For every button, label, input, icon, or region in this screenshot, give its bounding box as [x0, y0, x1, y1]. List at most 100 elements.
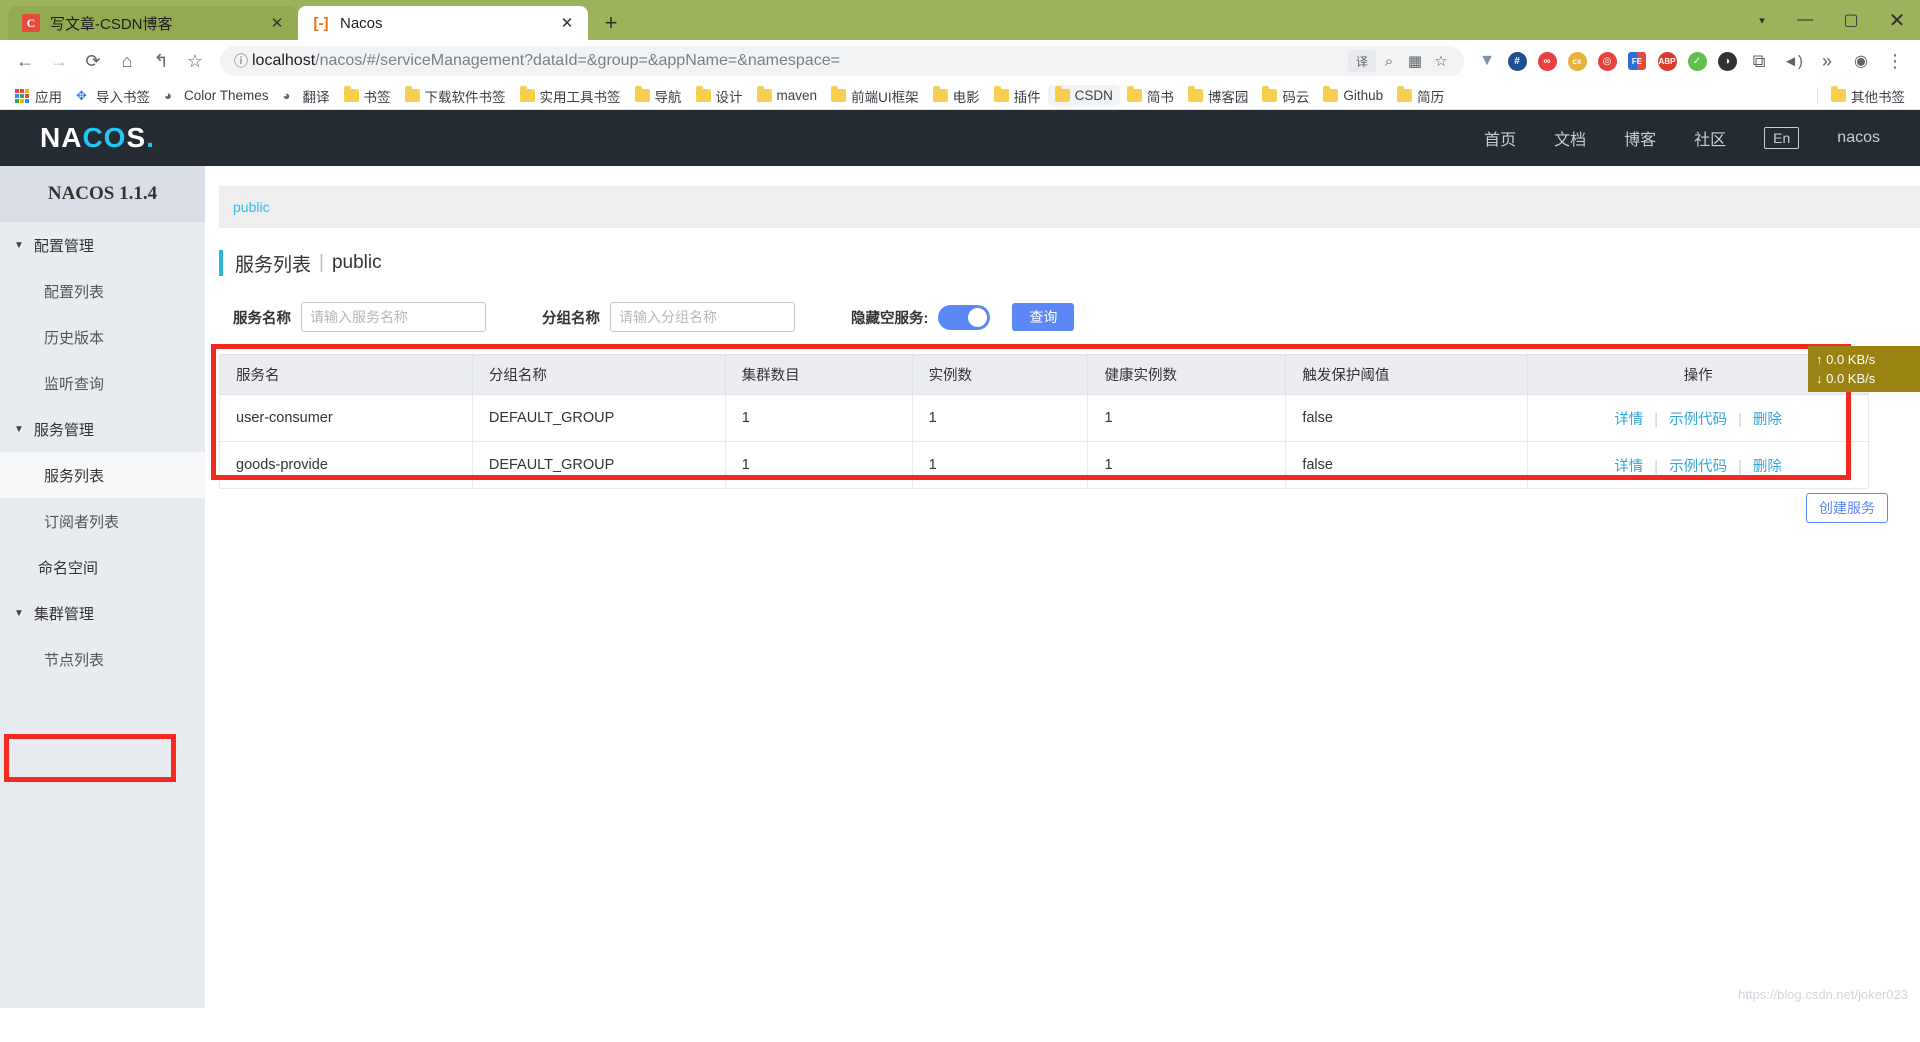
translate-icon: ◕	[282, 88, 291, 103]
detail-link[interactable]: 详情	[1614, 459, 1643, 475]
service-name-input[interactable]	[301, 302, 486, 332]
address-bar[interactable]: ⓘ localhost/nacos/#/serviceManagement?da…	[220, 46, 1464, 76]
mute-icon[interactable]: ◄)	[1776, 44, 1810, 78]
undo-icon[interactable]: ↰	[144, 44, 178, 78]
bookmark-folder-csdn[interactable]: CSDN	[1047, 85, 1120, 106]
cell-instance-count: 1	[911, 441, 1089, 489]
delete-link[interactable]: 删除	[1753, 412, 1782, 428]
bookmark-folder-4[interactable]: 书签	[337, 83, 398, 109]
bookmark-folder-8[interactable]: 设计	[689, 83, 750, 109]
browser-tab-nacos[interactable]: [-] Nacos ✕	[298, 6, 588, 40]
maximize-button[interactable]: ▢	[1828, 0, 1874, 40]
browser-tab-csdn[interactable]: C 写文章-CSDN博客 ✕	[8, 6, 298, 40]
folder-icon	[932, 86, 948, 102]
extension-fe-icon[interactable]: FE	[1622, 44, 1652, 78]
extension-abp-icon[interactable]: ABP	[1652, 44, 1682, 78]
nav-link-blog[interactable]: 博客	[1624, 126, 1656, 150]
close-window-button[interactable]: ✕	[1874, 0, 1920, 40]
site-info-icon[interactable]: ⓘ	[230, 51, 252, 71]
bookmark-apps[interactable]: 应用	[8, 83, 69, 109]
bookmark-folder-15[interactable]: 博客园	[1181, 83, 1256, 109]
sidebar-item-namespace[interactable]: 命名空间	[0, 544, 205, 590]
extension-hash-icon[interactable]: #	[1502, 44, 1532, 78]
folder-icon	[634, 86, 650, 102]
zoom-icon[interactable]: ⌕	[1376, 48, 1402, 74]
menu-icon[interactable]: ⋮	[1878, 44, 1912, 78]
extension-dark-icon[interactable]: ◑	[1712, 44, 1742, 78]
bookmark-label: CSDN	[1074, 88, 1113, 103]
bookmark-star-icon[interactable]: ☆	[178, 44, 212, 78]
breadcrumb-public-link[interactable]: public	[233, 199, 270, 215]
hide-empty-service-toggle[interactable]	[938, 304, 991, 330]
nacos-top-header: NA CO S. 首页 文档 博客 社区 En nacos	[0, 110, 1920, 166]
sidebar-group-service[interactable]: ▼ 服务管理	[0, 406, 205, 452]
nacos-logo[interactable]: NA CO S.	[40, 122, 155, 154]
cell-cluster-count: 1	[724, 441, 913, 489]
bookmark-folder-11[interactable]: 电影	[926, 83, 987, 109]
bookmark-color-themes[interactable]: ◕ Color Themes	[157, 85, 276, 106]
bookmarks-bar: 应用 ✥ 导入书签 ◕ Color Themes ◕ 翻译 书签 下载软件书签 …	[0, 82, 1920, 110]
extension-crx-icon[interactable]: cx	[1562, 44, 1592, 78]
close-icon[interactable]: ✕	[266, 14, 288, 32]
screenshot-icon[interactable]: ⧉	[1742, 44, 1776, 78]
translate-icon[interactable]: 译	[1348, 50, 1376, 72]
home-icon[interactable]: ⌂	[110, 44, 144, 78]
nacos-app: NA CO S. 首页 文档 博客 社区 En nacos NACOS 1.1.4 …	[0, 110, 1920, 1008]
group-name-label: 分组名称	[542, 310, 600, 327]
extension-red-icon[interactable]: ∞	[1532, 44, 1562, 78]
group-name-input[interactable]	[610, 302, 795, 332]
chevrons-icon[interactable]: »	[1810, 44, 1844, 78]
query-button[interactable]: 查询	[1012, 303, 1075, 331]
profile-icon[interactable]: ◉	[1844, 44, 1878, 78]
reload-icon[interactable]: ⟳	[76, 44, 110, 78]
star-icon[interactable]: ☆	[1428, 48, 1454, 74]
sidebar-item-config-list[interactable]: 配置列表	[0, 268, 205, 314]
bookmark-folder-14[interactable]: 简书	[1120, 83, 1181, 109]
bookmark-folder-12[interactable]: 插件	[987, 83, 1048, 109]
sidebar-group-cluster[interactable]: ▼ 集群管理	[0, 590, 205, 636]
sample-code-link[interactable]: 示例代码	[1669, 459, 1727, 475]
extension-shield-icon[interactable]: ✓	[1682, 44, 1712, 78]
sidebar-item-listener-query[interactable]: 监听查询	[0, 360, 205, 406]
back-icon[interactable]: ←	[8, 44, 42, 78]
nav-link-home[interactable]: 首页	[1484, 126, 1516, 150]
sidebar-group-config[interactable]: ▼ 配置管理	[0, 222, 205, 268]
service-name-label: 服务名称	[233, 310, 291, 327]
nav-link-community[interactable]: 社区	[1694, 126, 1726, 150]
bookmark-other[interactable]: 其他书签	[1824, 83, 1912, 109]
bookmark-translate[interactable]: ◕ 翻译	[276, 83, 337, 109]
sample-code-link[interactable]: 示例代码	[1669, 412, 1727, 428]
bookmark-folder-7[interactable]: 导航	[628, 83, 689, 109]
bookmark-folder-5[interactable]: 下载软件书签	[398, 83, 513, 109]
close-icon[interactable]: ✕	[556, 14, 578, 32]
forward-icon[interactable]: →	[42, 44, 76, 78]
chevron-down-icon: ▼	[14, 423, 24, 435]
extension-v-icon[interactable]: ▼	[1472, 44, 1502, 78]
extension-ring-icon[interactable]: ◎	[1592, 44, 1622, 78]
bookmark-folder-10[interactable]: 前端UI框架	[824, 83, 926, 109]
logo-co: CO	[82, 122, 127, 153]
qr-icon[interactable]: ▦	[1402, 48, 1428, 74]
bookmark-import[interactable]: ✥ 导入书签	[69, 83, 157, 109]
bookmark-folder-17[interactable]: Github	[1316, 85, 1390, 106]
bookmark-folder-9[interactable]: maven	[750, 85, 825, 106]
sidebar-item-service-list[interactable]: 服务列表	[0, 452, 205, 498]
bookmark-folder-6[interactable]: 实用工具书签	[513, 83, 628, 109]
table-body: user-consumer DEFAULT_GROUP 1 1 1 false …	[219, 394, 1869, 489]
language-toggle[interactable]: En	[1764, 127, 1800, 149]
detail-link[interactable]: 详情	[1614, 412, 1643, 428]
sidebar-item-history[interactable]: 历史版本	[0, 314, 205, 360]
chevron-down-icon[interactable]: ▾	[1742, 0, 1782, 40]
user-name[interactable]: nacos	[1837, 129, 1880, 147]
sidebar-item-node-list[interactable]: 节点列表	[0, 636, 205, 682]
bookmark-folder-18[interactable]: 简历	[1390, 83, 1451, 109]
delete-link[interactable]: 删除	[1753, 459, 1782, 475]
create-service-button[interactable]: 创建服务	[1806, 493, 1888, 523]
page-title-text: 服务列表	[235, 254, 312, 276]
bookmark-folder-16[interactable]: 码云	[1255, 83, 1316, 109]
cell-healthy-count: 1	[1087, 394, 1287, 442]
new-tab-button[interactable]: +	[594, 6, 628, 40]
sidebar-item-subscribers[interactable]: 订阅者列表	[0, 498, 205, 544]
minimize-button[interactable]: —	[1782, 0, 1828, 40]
nav-link-docs[interactable]: 文档	[1554, 126, 1586, 150]
